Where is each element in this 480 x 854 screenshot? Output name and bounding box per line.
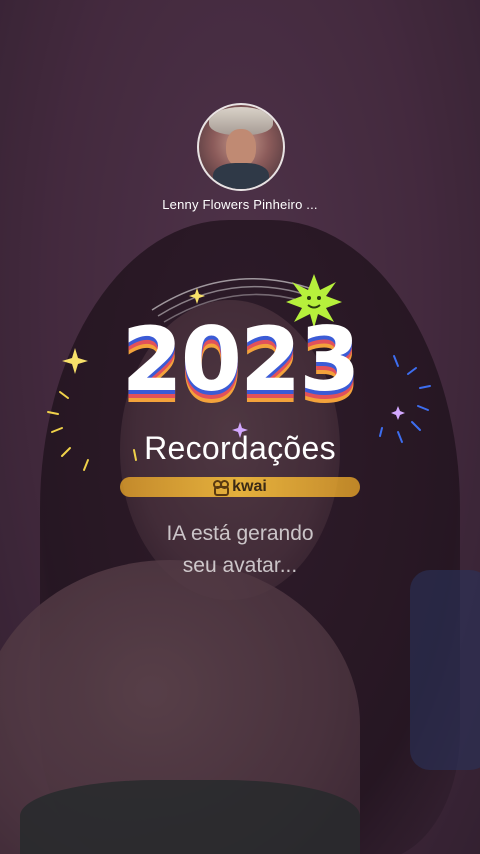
- kwai-logo-icon: [213, 480, 230, 496]
- status-line-2: seu avatar...: [182, 554, 298, 577]
- profile-username: Lenny Flowers Pinheiro ...: [162, 197, 318, 212]
- status-line-1: IA está gerando: [166, 522, 314, 545]
- recap-subtitle: Recordações: [144, 430, 336, 466]
- generation-status: IA está gerando seu avatar...: [0, 518, 480, 582]
- recap-year: 2023: [121, 308, 361, 411]
- kwai-brand-bar: kwai: [120, 477, 360, 497]
- profile-avatar[interactable]: [197, 103, 285, 191]
- recap-badge: 2023 Recordações kwai: [40, 260, 440, 500]
- kwai-brand-text: kwai: [232, 478, 267, 495]
